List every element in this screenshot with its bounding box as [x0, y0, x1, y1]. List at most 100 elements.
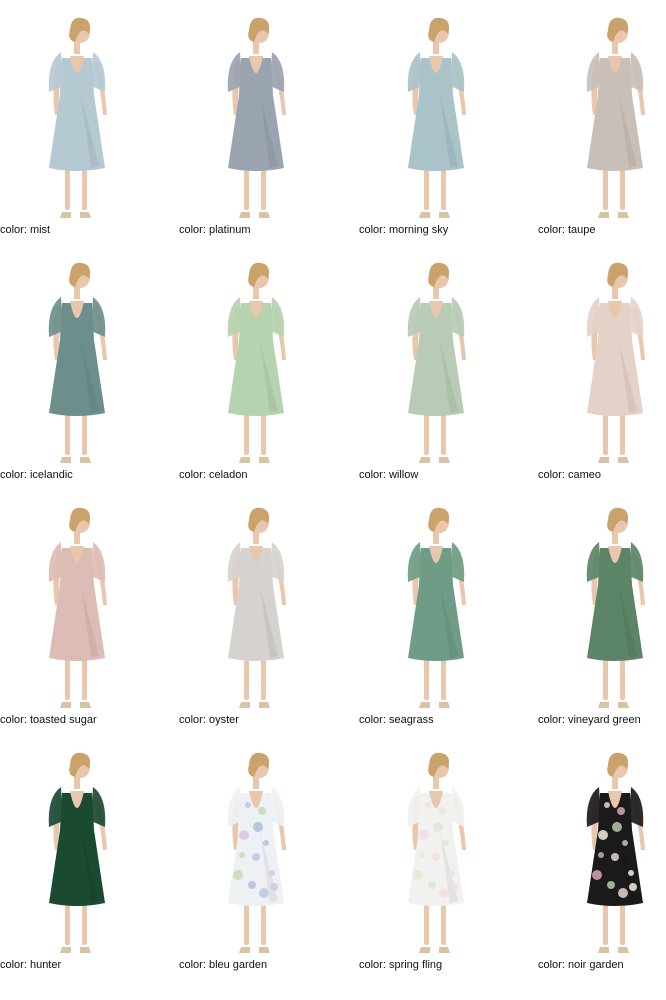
left-sleeve	[586, 787, 601, 827]
left-leg	[603, 165, 608, 210]
floral-print	[258, 807, 266, 815]
left-leg	[244, 410, 249, 455]
swatch-mist[interactable]: color: mist	[0, 0, 166, 245]
left-shoe	[598, 212, 609, 218]
floral-print	[628, 870, 634, 876]
dress-image[interactable]	[0, 0, 166, 222]
swatch-noir-garden[interactable]: color: noir garden	[538, 735, 666, 980]
right-shoe	[80, 702, 91, 708]
swatch-seagrass[interactable]: color: seagrass	[359, 490, 525, 735]
swatch-bleu-garden[interactable]: color: bleu garden	[179, 735, 345, 980]
left-shoe	[60, 212, 71, 218]
dress-image[interactable]	[179, 0, 345, 222]
dress-image[interactable]	[359, 245, 525, 467]
dress-image[interactable]	[538, 490, 666, 712]
swatch-celadon[interactable]: color: celadon	[179, 245, 345, 490]
model-figure	[586, 262, 645, 463]
floral-print	[253, 822, 263, 832]
right-leg	[261, 410, 266, 455]
right-sleeve	[450, 297, 465, 337]
swatch-label: color: platinum	[179, 224, 251, 236]
right-shoe	[439, 702, 450, 708]
left-shoe	[419, 947, 430, 953]
swatch-icelandic[interactable]: color: icelandic	[0, 245, 166, 490]
floral-print	[598, 852, 604, 858]
right-leg	[620, 655, 625, 700]
swatch-toasted-sugar[interactable]: color: toasted sugar	[0, 490, 166, 735]
right-sleeve	[450, 52, 465, 92]
dress-image[interactable]	[359, 0, 525, 222]
left-sleeve	[48, 52, 63, 92]
swatch-oyster[interactable]: color: oyster	[179, 490, 345, 735]
left-shoe	[419, 702, 430, 708]
left-sleeve	[407, 52, 422, 92]
right-leg	[441, 165, 446, 210]
dress-image[interactable]	[359, 490, 525, 712]
left-leg	[603, 655, 608, 700]
floral-print	[629, 883, 637, 891]
swatch-platinum[interactable]: color: platinum	[179, 0, 345, 245]
right-sleeve	[91, 542, 106, 582]
model-figure	[48, 17, 107, 218]
right-leg	[261, 655, 266, 700]
swatch-cameo[interactable]: color: cameo	[538, 245, 666, 490]
right-shoe	[618, 702, 629, 708]
right-shoe	[259, 947, 270, 953]
floral-print	[617, 807, 625, 815]
dress-image[interactable]	[538, 735, 666, 957]
dress-image[interactable]	[359, 735, 525, 957]
floral-print	[239, 830, 249, 840]
right-sleeve	[91, 52, 106, 92]
right-sleeve	[270, 52, 285, 92]
dress-image[interactable]	[538, 245, 666, 467]
right-sleeve	[629, 787, 644, 827]
right-leg	[441, 655, 446, 700]
left-leg	[65, 655, 70, 700]
floral-print	[607, 881, 615, 889]
swatch-label: color: mist	[0, 224, 51, 236]
dress-image[interactable]	[179, 735, 345, 957]
left-leg	[424, 410, 429, 455]
model-figure	[407, 262, 466, 463]
right-sleeve	[270, 297, 285, 337]
dress-image[interactable]	[0, 735, 166, 957]
left-leg	[65, 900, 70, 945]
dress-image[interactable]	[0, 490, 166, 712]
left-sleeve	[48, 542, 63, 582]
model-figure	[586, 507, 645, 708]
right-sleeve	[270, 787, 285, 827]
right-leg	[82, 410, 87, 455]
swatch-morning-sky[interactable]: color: morning sky	[359, 0, 525, 245]
dress-image[interactable]	[0, 245, 166, 467]
right-shoe	[80, 947, 91, 953]
swatch-label: color: hunter	[0, 959, 62, 971]
floral-print	[259, 888, 269, 898]
dress-image[interactable]	[179, 245, 345, 467]
right-shoe	[80, 457, 91, 463]
right-shoe	[80, 212, 91, 218]
left-shoe	[598, 947, 609, 953]
floral-print	[419, 830, 429, 840]
swatch-vineyard-green[interactable]: color: vineyard green	[538, 490, 666, 735]
swatch-hunter[interactable]: color: hunter	[0, 735, 166, 980]
swatch-taupe[interactable]: color: taupe	[538, 0, 666, 245]
left-sleeve	[407, 787, 422, 827]
floral-print	[622, 840, 628, 846]
model-figure	[407, 17, 466, 218]
right-leg	[441, 900, 446, 945]
left-sleeve	[227, 787, 242, 827]
right-sleeve	[450, 787, 465, 827]
floral-print	[438, 807, 446, 815]
left-leg	[244, 165, 249, 210]
floral-print	[245, 802, 251, 808]
swatch-spring-fling[interactable]: color: spring fling	[359, 735, 525, 980]
left-sleeve	[586, 52, 601, 92]
dress-image[interactable]	[538, 0, 666, 222]
left-shoe	[60, 457, 71, 463]
right-sleeve	[629, 542, 644, 582]
left-leg	[424, 900, 429, 945]
dress-image[interactable]	[179, 490, 345, 712]
floral-print	[449, 870, 455, 876]
right-leg	[620, 900, 625, 945]
swatch-willow[interactable]: color: willow	[359, 245, 525, 490]
